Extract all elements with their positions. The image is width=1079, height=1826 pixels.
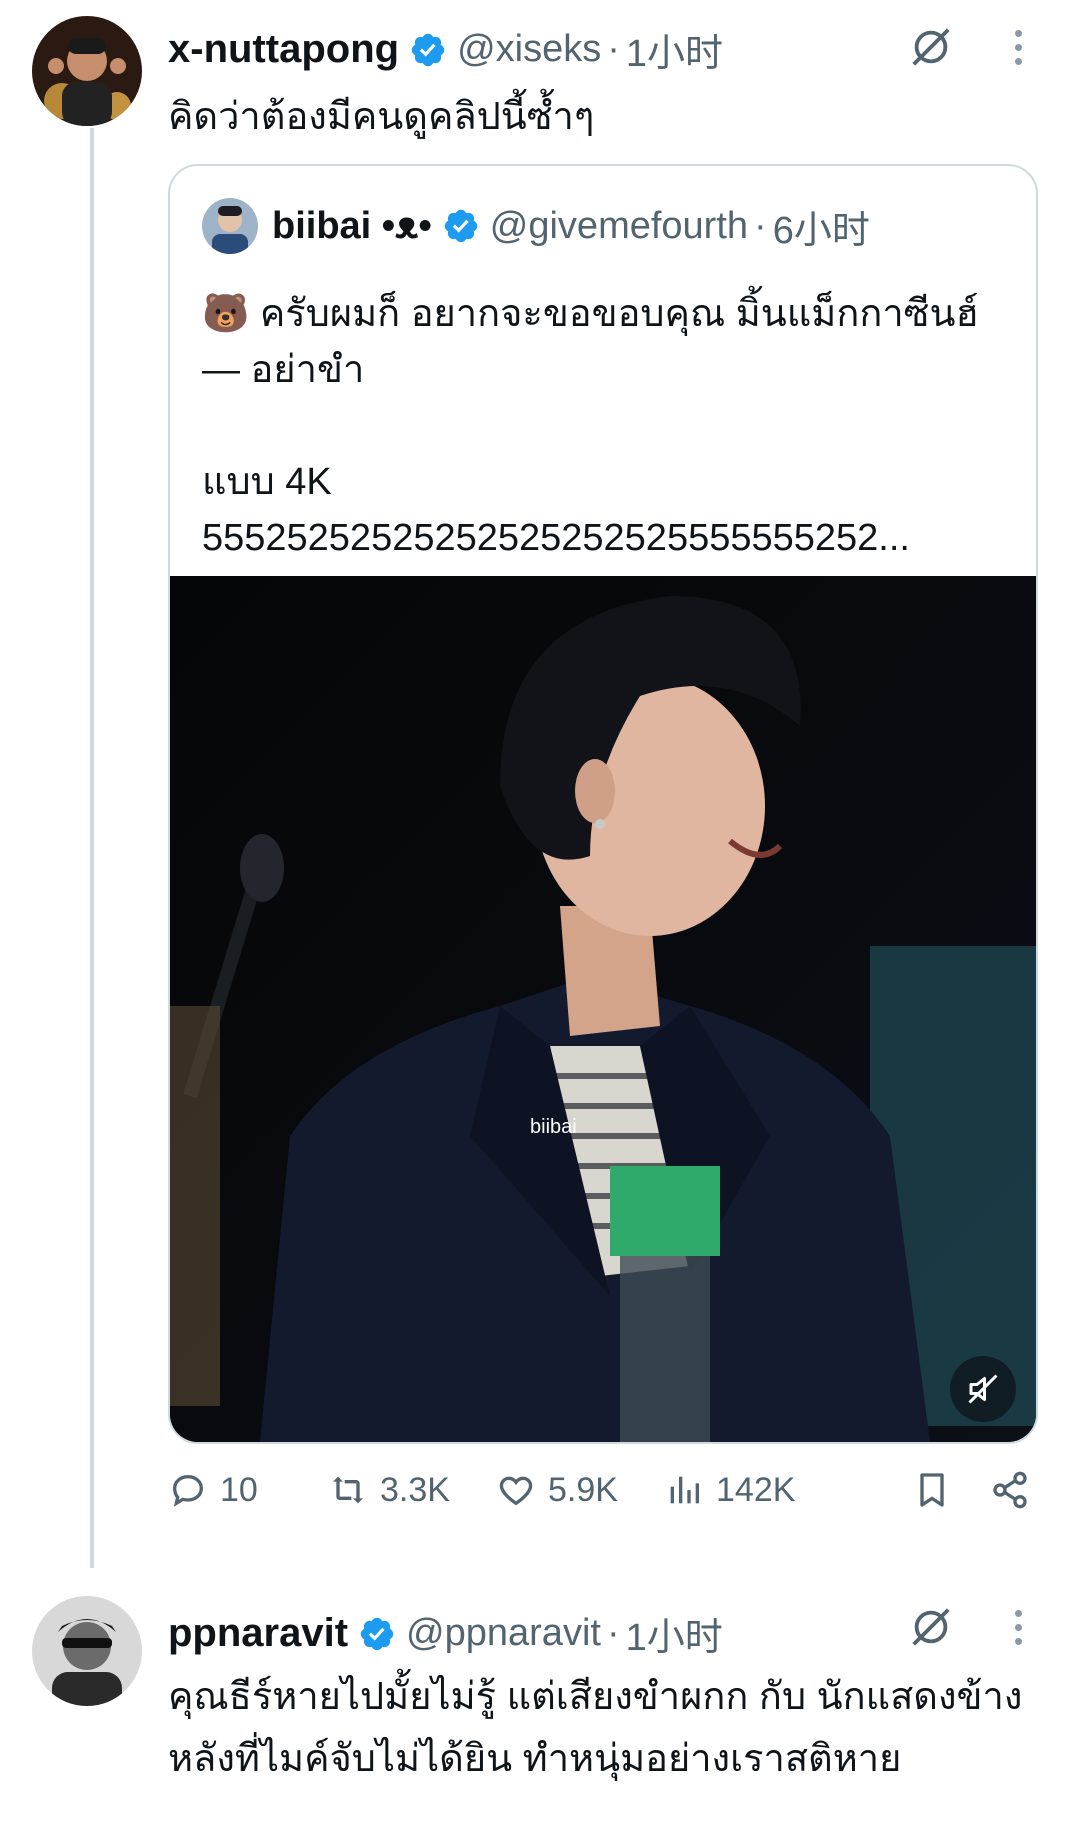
avatar-ppnaravit[interactable] <box>32 1596 142 1706</box>
heart-icon <box>499 1476 533 1506</box>
video-watermark: biibai <box>530 1116 577 1138</box>
separator-dot: · <box>606 1612 620 1654</box>
more-options-icon[interactable] <box>1012 30 1024 65</box>
quoted-tweet-card[interactable]: biibai •ᴥ• @givemefourth · 6小时 🐻 ครับผมก… <box>168 164 1038 1444</box>
separator-dot: · <box>754 204 767 247</box>
verified-badge-icon <box>444 209 478 243</box>
reply-count: 10 <box>220 1470 258 1509</box>
author-handle[interactable]: @ppnaravit <box>406 1612 601 1655</box>
video-player[interactable]: biibai <box>170 576 1036 1442</box>
retweet-button[interactable]: 3.3K <box>328 1470 450 1510</box>
quote-text-line2: แบบ 4K <box>202 461 332 503</box>
grok-icon[interactable] <box>908 1604 954 1650</box>
quote-header: biibai •ᴥ• @givemefourth · 6小时 <box>202 198 870 254</box>
verified-badge-icon <box>360 1617 394 1650</box>
quote-text-line1: 🐻 ครับผมก็ อยากจะขอขอบคุณ มิ้นแม็กกาซีนฮ… <box>202 293 979 391</box>
tweet1-header: x-nuttapong @xiseks · 1小时 <box>168 22 723 77</box>
author-handle[interactable]: @xiseks <box>457 28 601 71</box>
timestamp[interactable]: 1小时 <box>626 1606 723 1661</box>
quote-text-line3: 55525252525252525252525555555252... <box>202 517 910 559</box>
more-options-icon[interactable] <box>1012 1610 1024 1645</box>
like-count: 5.9K <box>548 1470 618 1509</box>
author-name[interactable]: ppnaravit <box>168 1611 348 1656</box>
like-button[interactable]: 5.9K <box>496 1470 618 1510</box>
timestamp[interactable]: 1小时 <box>626 22 723 77</box>
verified-badge-icon <box>411 33 445 66</box>
quote-timestamp[interactable]: 6小时 <box>773 199 870 254</box>
bookmark-icon <box>920 1473 944 1507</box>
share-button[interactable] <box>990 1470 1042 1510</box>
tweet2-header: ppnaravit @ppnaravit · 1小时 <box>168 1606 723 1661</box>
views-count: 142K <box>716 1470 796 1509</box>
reply-button[interactable]: 10 <box>168 1470 258 1510</box>
analytics-icon <box>670 1476 699 1504</box>
views-button[interactable]: 142K <box>664 1470 795 1510</box>
avatar-x-nuttapong[interactable] <box>32 16 142 126</box>
speaker-muted-icon <box>968 1374 998 1404</box>
author-name[interactable]: x-nuttapong <box>168 27 399 72</box>
separator-dot: · <box>607 28 620 70</box>
tweet1-text: คิดว่าต้องมีคนดูคลิปนี้ซ้ำๆ <box>168 96 595 138</box>
unmute-button[interactable] <box>950 1356 1016 1422</box>
quote-text: 🐻 ครับผมก็ อยากจะขอขอบคุณ มิ้นแม็กกาซีนฮ… <box>202 286 1012 566</box>
share-icon <box>993 1471 1027 1509</box>
tweet1-action-bar: 10 3.3K 5.9K 142K <box>168 1470 1040 1530</box>
grok-icon[interactable] <box>908 24 954 70</box>
video-frame <box>170 576 1036 1442</box>
retweet-icon <box>333 1476 363 1504</box>
quote-author-name[interactable]: biibai •ᴥ• <box>272 205 432 248</box>
avatar-biibai[interactable] <box>202 198 258 254</box>
bookmark-button[interactable] <box>912 1470 964 1510</box>
reply-icon <box>172 1474 204 1507</box>
thread-connector-line <box>90 128 94 1568</box>
quote-author-handle[interactable]: @givemefourth <box>490 205 748 248</box>
retweet-count: 3.3K <box>380 1470 450 1509</box>
tweet2-text: คุณธีร์หายไปมั้ยไม่รู้ แต่เสียงขำผกก กับ… <box>168 1676 1023 1780</box>
